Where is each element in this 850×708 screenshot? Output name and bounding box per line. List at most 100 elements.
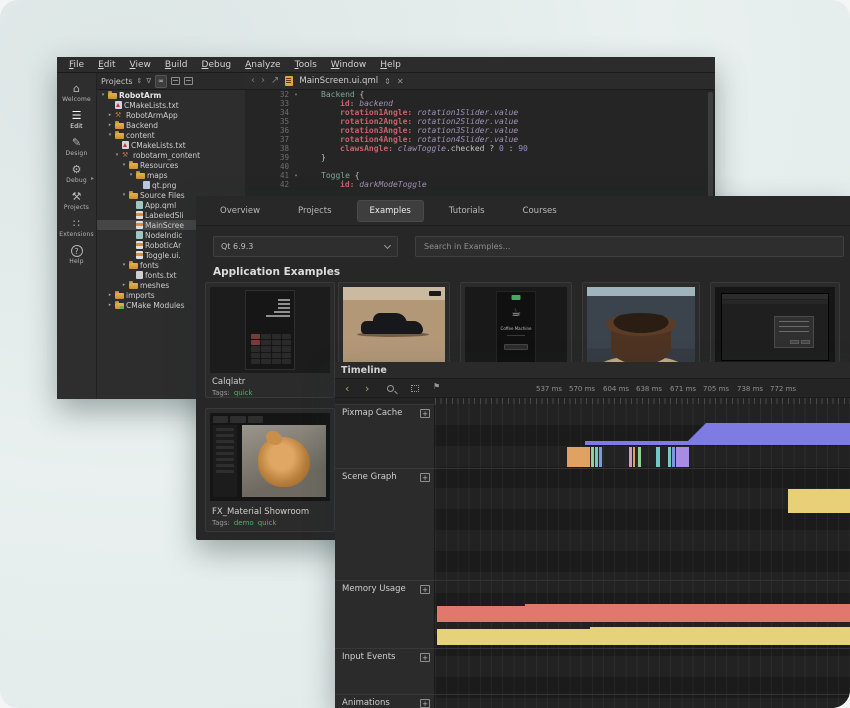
forward-icon[interactable]: › (261, 74, 265, 88)
expand-row-icon[interactable]: + (420, 585, 430, 594)
timeline-row-animations[interactable]: Animations+ (335, 694, 435, 708)
menu-item-tools[interactable]: Tools (288, 57, 324, 73)
tab-courses[interactable]: Courses (511, 201, 569, 221)
sidebar-item-help[interactable]: ?Help (57, 245, 97, 265)
tree-item-robotarm-content[interactable]: ▾⚒robotarm_content (97, 150, 245, 160)
tree-item-cmakelists-txt[interactable]: CMakeLists.txt (97, 140, 245, 150)
sidebar-item-edit[interactable]: ☰Edit (57, 110, 97, 130)
sidebar-item-design[interactable]: ✎Design (57, 137, 97, 157)
timeline-row-memory-usage[interactable]: Memory Usage+ (335, 580, 435, 648)
expand-row-icon[interactable]: + (420, 473, 430, 482)
mode-sidebar: ⌂Welcome☰Edit✎Design⚙Debug⚒Projects∷Exte… (57, 73, 97, 399)
tree-item-label: Resources (140, 161, 178, 170)
pane-switch-icon[interactable]: ⇕ (137, 76, 143, 87)
link-with-editor-icon[interactable]: ∞ (155, 75, 167, 88)
tree-item-robotarmapp[interactable]: ▸⚒RobotArmApp (97, 110, 245, 120)
filter-icon[interactable]: ∇ (146, 76, 151, 87)
collapse-arrow-icon[interactable]: ▾ (121, 162, 127, 168)
expand-row-icon[interactable]: + (420, 653, 430, 662)
collapse-arrow-icon[interactable]: ▾ (114, 152, 120, 158)
tag[interactable]: quick (234, 389, 253, 397)
range-select-icon[interactable] (411, 385, 419, 392)
menu-item-view[interactable]: View (123, 57, 158, 73)
expand-arrow-icon[interactable]: ▸ (107, 122, 113, 128)
timeline-chart[interactable] (435, 404, 850, 708)
menu-item-analyze[interactable]: Analyze (238, 57, 287, 73)
fold-marker-icon[interactable]: ▾ (289, 92, 303, 98)
tree-item-label: maps (147, 171, 168, 180)
timeline-row-scene-graph[interactable]: Scene Graph + (335, 468, 435, 580)
expand-row-icon[interactable]: + (420, 409, 430, 418)
editor-scrollbar[interactable] (708, 92, 713, 212)
tree-item-backend[interactable]: ▸Backend (97, 120, 245, 130)
collapse-arrow-icon[interactable]: ▾ (121, 192, 127, 198)
tag[interactable]: demo (234, 519, 254, 527)
menu-item-window[interactable]: Window (324, 57, 374, 73)
tree-item-content[interactable]: ▾content (97, 130, 245, 140)
expand-arrow-icon[interactable]: ▸ (107, 112, 113, 118)
menu-item-build[interactable]: Build (158, 57, 195, 73)
expand-row-icon[interactable]: + (420, 699, 430, 708)
menu-item-edit[interactable]: Edit (91, 57, 122, 73)
tree-item-qt-png[interactable]: qt.png (97, 180, 245, 190)
tab-examples[interactable]: Examples (358, 201, 423, 221)
timeline-row-pixmap-cache[interactable]: Pixmap Cache+ (335, 404, 435, 468)
fold-marker-icon[interactable]: ▾ (289, 173, 303, 179)
timeline-row-input-events[interactable]: Input Events+ (335, 648, 435, 694)
timeline-title: Timeline (341, 365, 387, 376)
tree-item-label: Source Files (140, 191, 185, 200)
filter-flag-icon[interactable]: ⚑ (433, 382, 440, 391)
menu-item-help[interactable]: Help (373, 57, 408, 73)
chevron-down-icon (384, 241, 391, 248)
card-tags: Tags: demo quick (212, 519, 276, 527)
close-pane-icon[interactable] (184, 77, 193, 85)
open-external-icon[interactable]: ↗ (271, 74, 279, 88)
home-icon: ⌂ (73, 83, 80, 95)
segment-pixmap-event (599, 447, 602, 467)
code-line-34: 34rotation1Angle: rotation1Slider.value (245, 108, 715, 117)
example-card-calqlatr[interactable]: Calqlatr Tags: quick (205, 282, 335, 398)
collapse-arrow-icon[interactable]: ▾ (107, 132, 113, 138)
expand-arrow-icon[interactable]: ▸ (121, 282, 127, 288)
segment-pixmap-event (638, 447, 641, 467)
tag[interactable]: quick (258, 519, 277, 527)
tree-item-label: CMakeLists.txt (131, 141, 186, 150)
sidebar-item-extensions[interactable]: ∷Extensions (57, 218, 97, 238)
tree-item-cmakelists-txt[interactable]: CMakeLists.txt (97, 100, 245, 110)
close-document-icon[interactable]: ✕ (397, 77, 404, 86)
tab-overview[interactable]: Overview (208, 201, 272, 221)
projects-pane-title[interactable]: Projects (101, 77, 133, 86)
expand-arrow-icon[interactable]: ▸ (107, 292, 113, 298)
example-card-fx-material-showroom[interactable]: FX_Material Showroom Tags: demo quick (205, 408, 335, 532)
next-event-icon[interactable]: › (365, 381, 369, 396)
coffee-cup-icon: ☕ (511, 306, 521, 319)
sidebar-item-welcome[interactable]: ⌂Welcome (57, 83, 97, 103)
prev-event-icon[interactable]: ‹ (345, 381, 349, 396)
tab-tutorials[interactable]: Tutorials (437, 201, 497, 221)
split-pane-icon[interactable] (171, 77, 180, 85)
back-icon[interactable]: ‹ (251, 74, 255, 88)
code-line-36: 36rotation3Angle: rotation3Slider.value (245, 126, 715, 135)
code-text: Backend { (303, 90, 364, 99)
tab-projects[interactable]: Projects (286, 201, 344, 221)
collapse-arrow-icon[interactable]: ▾ (100, 92, 106, 98)
menu-item-file[interactable]: File (62, 57, 91, 73)
collapse-arrow-icon[interactable]: ▾ (121, 262, 127, 268)
editor-tab[interactable]: MainScreen.ui.qml (299, 76, 378, 86)
menu-item-debug[interactable]: Debug (195, 57, 239, 73)
row-label: Scene Graph (342, 472, 397, 482)
search-icon[interactable] (387, 385, 394, 392)
expand-arrow-icon[interactable]: ▸ (107, 302, 113, 308)
code-line-33: 33id: backend (245, 99, 715, 108)
tree-item-resources[interactable]: ▾ Resources (97, 160, 245, 170)
collapse-arrow-icon[interactable]: ▾ (128, 172, 134, 178)
tree-item-label: CMakeLists.txt (124, 101, 179, 110)
qt-version-select[interactable]: Qt 6.9.3 (213, 236, 398, 257)
sidebar-item-projects[interactable]: ⚒Projects (57, 191, 97, 211)
examples-search-input[interactable]: Search in Examples... (415, 236, 844, 257)
tree-item-robotarm[interactable]: ▾RobotArm (97, 90, 245, 100)
document-switch-icon[interactable]: ⇕ (384, 77, 391, 86)
tree-item-maps[interactable]: ▾ maps (97, 170, 245, 180)
segment-memory-usage-bar (437, 606, 850, 622)
code-line-37: 37rotation4Angle: rotation4Slider.value (245, 135, 715, 144)
